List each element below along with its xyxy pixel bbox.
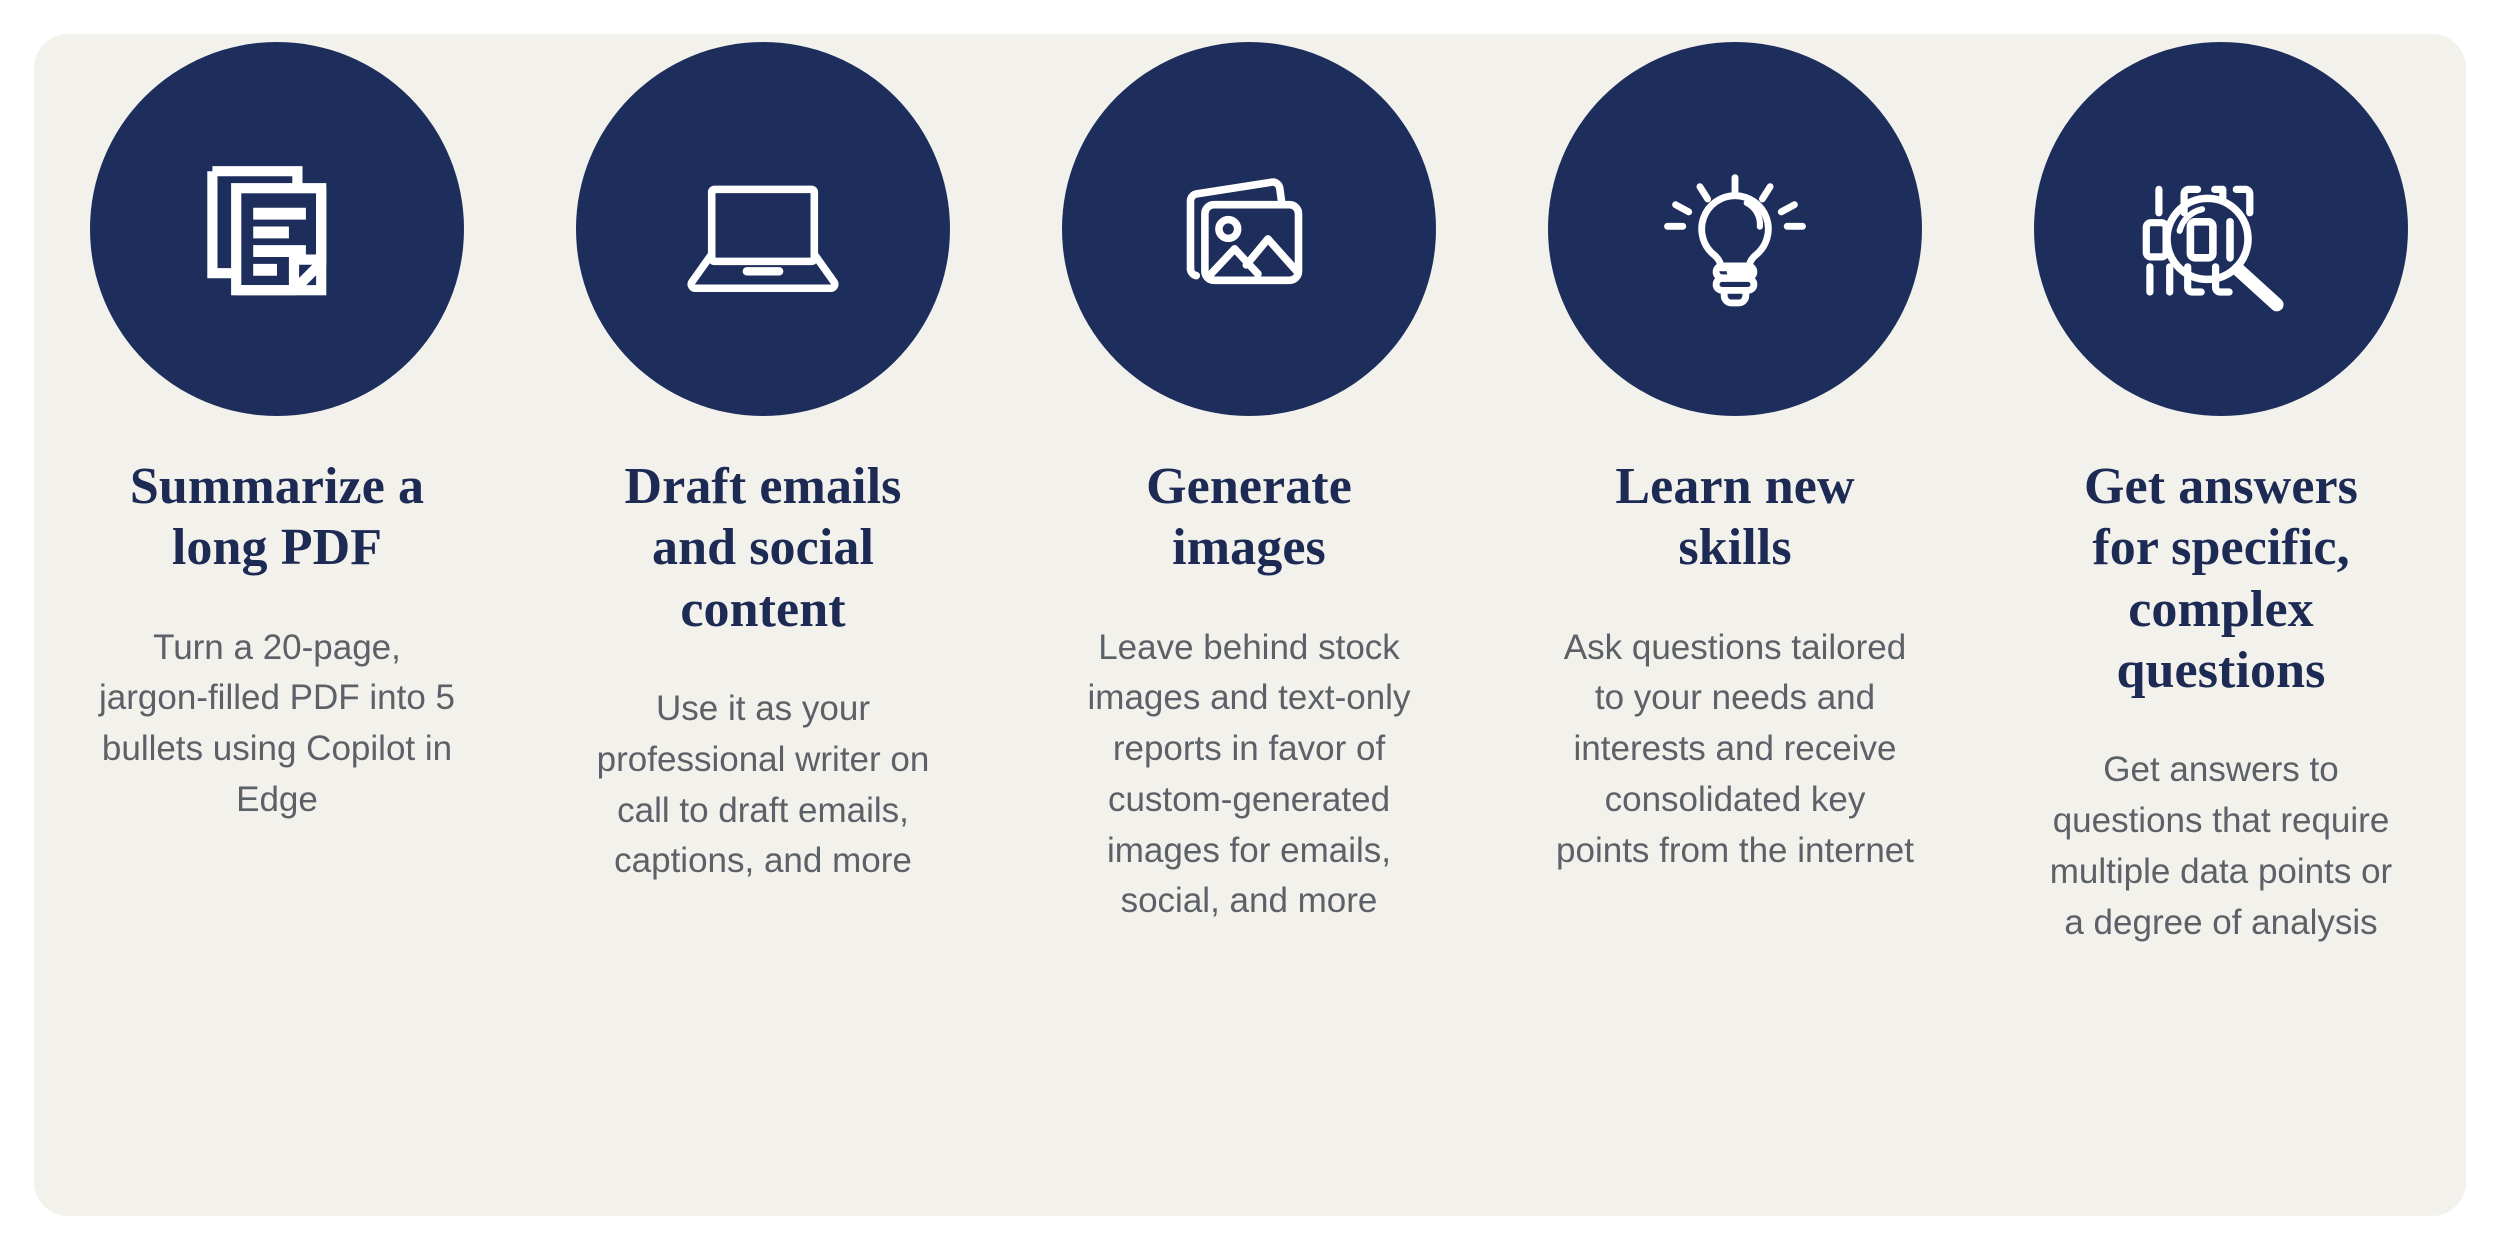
feature-description: Get answers to questions that require mu… (2049, 750, 2393, 942)
icon-badge (2034, 42, 2408, 416)
feature-title: Draft emails and social content (624, 458, 902, 638)
feature-description: Turn a 20-page, jargon-filled PDF into 5… (99, 627, 455, 819)
feature-title: Generate images (1146, 458, 1352, 577)
feature-description: Leave behind stock images and text-only … (1087, 627, 1411, 921)
feature-item-generate-images: Generate images Leave behind stock image… (1006, 34, 1492, 927)
feature-item-summarize-pdf: Summarize a long PDF Turn a 20-page, jar… (34, 34, 520, 826)
documents-icon (192, 144, 362, 314)
photos-icon (1159, 139, 1339, 319)
icon-badge (1548, 42, 1922, 416)
icon-badge (1062, 42, 1436, 416)
feature-grid: Summarize a long PDF Turn a 20-page, jar… (34, 34, 2466, 1216)
feature-title: Summarize a long PDF (129, 458, 425, 577)
feature-description: Ask questions tailored to your needs and… (1556, 627, 1914, 870)
icon-badge (90, 42, 464, 416)
feature-title: Learn new skills (1615, 458, 1855, 577)
laptop-icon (673, 139, 853, 319)
feature-item-get-answers: Get answers for specific, complex questi… (1978, 34, 2464, 948)
icon-badge (576, 42, 950, 416)
feature-card-panel: Summarize a long PDF Turn a 20-page, jar… (34, 34, 2466, 1216)
binary-search-icon (2131, 139, 2311, 319)
feature-item-draft-emails: Draft emails and social content Use it a… (520, 34, 1006, 887)
feature-description: Use it as your professional writer on ca… (596, 689, 930, 881)
feature-item-learn-skills: Learn new skills Ask questions tailored … (1492, 34, 1978, 876)
lightbulb-icon (1645, 139, 1825, 319)
feature-title: Get answers for specific, complex questi… (2083, 458, 2359, 700)
